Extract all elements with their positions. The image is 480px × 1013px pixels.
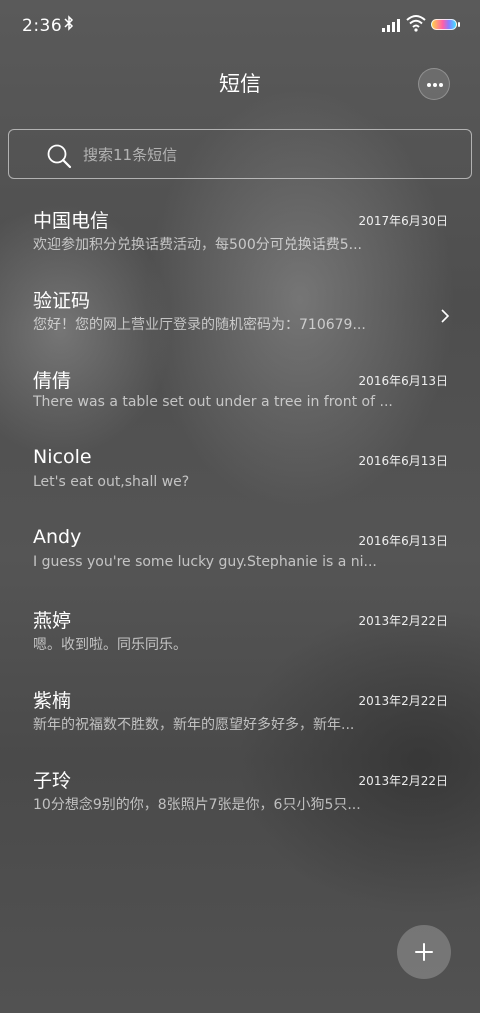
message-preview: 新年的祝福数不胜数，新年的愿望好多好多，新年... [33,717,355,733]
conversation-item[interactable]: 燕婷 2013年2月22日 嗯。收到啦。同乐同乐。 [0,600,480,680]
message-preview: There was a table set out under a tree i… [33,394,393,410]
battery-tip [458,22,460,27]
contact-name: Nicole [33,446,92,468]
message-date: 2013年2月22日 [358,614,448,628]
chevron-right-icon [440,308,450,324]
message-date: 2017年6月30日 [358,214,448,228]
signal-icon [382,18,402,32]
message-preview: 嗯。收到啦。同乐同乐。 [33,637,187,653]
search-input[interactable] [81,142,445,168]
page-title: 短信 [219,72,261,96]
message-preview: 10分想念9别的你，8张照片7张是你，6只小狗5只... [33,797,361,813]
conversation-item[interactable]: 紫楠 2013年2月22日 新年的祝福数不胜数，新年的愿望好多好多，新年... [0,680,480,760]
wifi-icon [406,14,426,32]
contact-name: 紫楠 [33,690,72,712]
conversation-item[interactable]: Nicole 2016年6月13日 Let's eat out,shall we… [0,440,480,520]
message-preview: 欢迎参加积分兑换话费活动，每500分可兑换话费5... [33,237,362,253]
more-options-button[interactable] [418,68,450,100]
more-horizontal-icon [439,83,443,87]
contact-name: 子玲 [33,770,72,792]
new-message-button[interactable] [397,925,451,979]
contact-name: 中国电信 [33,210,110,232]
message-preview: 您好！您的网上营业厅登录的随机密码为：710679... [33,317,366,333]
conversation-list: 中国电信 2017年6月30日 欢迎参加积分兑换话费活动，每500分可兑换话费5… [0,200,480,840]
message-date: 2013年2月22日 [358,774,448,788]
contact-name: 倩倩 [33,370,72,392]
search-bar[interactable] [8,129,472,179]
conversation-item[interactable]: 子玲 2013年2月22日 10分想念9别的你，8张照片7张是你，6只小狗5只.… [0,760,480,840]
contact-name: Andy [33,526,82,548]
bluetooth-icon [64,15,74,35]
message-date: 2013年2月22日 [358,694,448,708]
conversation-item[interactable]: Andy 2016年6月13日 I guess you're some luck… [0,520,480,600]
more-horizontal-icon [433,83,437,87]
message-date: 2016年6月13日 [358,534,448,548]
more-horizontal-icon [427,83,431,87]
conversation-item[interactable]: 中国电信 2017年6月30日 欢迎参加积分兑换话费活动，每500分可兑换话费5… [0,200,480,280]
conversation-item[interactable]: 验证码 您好！您的网上营业厅登录的随机密码为：710679... [0,280,480,360]
status-bar: 2:36 [0,0,480,52]
status-time: 2:36 [22,16,63,36]
battery-icon [431,19,457,30]
contact-name: 验证码 [33,290,91,312]
message-date: 2016年6月13日 [358,374,448,388]
message-preview: Let's eat out,shall we? [33,474,190,490]
search-icon [44,141,74,171]
contact-name: 燕婷 [33,610,72,632]
message-date: 2016年6月13日 [358,454,448,468]
conversation-item[interactable]: 倩倩 2016年6月13日 There was a table set out … [0,360,480,440]
message-preview: I guess you're some lucky guy.Stephanie … [33,554,377,570]
